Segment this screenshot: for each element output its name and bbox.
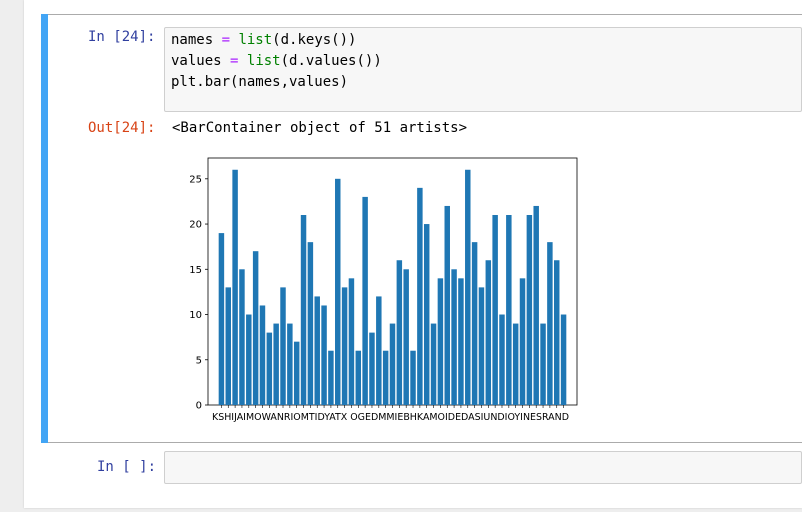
bar — [382, 350, 389, 405]
y-tick-label: 25 — [189, 174, 202, 185]
bar — [355, 350, 362, 405]
bar — [252, 251, 259, 405]
bar — [335, 178, 341, 405]
y-tick-label: 15 — [189, 265, 202, 276]
bar — [341, 287, 348, 405]
y-tick-label: 0 — [196, 401, 202, 412]
notebook-container: In [24]: names = list(d.keys()) values = … — [24, 0, 802, 508]
bar — [232, 169, 238, 405]
bar — [389, 323, 396, 405]
bar — [362, 196, 368, 405]
bar — [396, 260, 403, 405]
bar — [526, 215, 533, 405]
bar — [293, 341, 300, 405]
empty-input-prompt: In [ ]: — [97, 459, 157, 475]
bar — [239, 269, 245, 405]
bar — [560, 314, 567, 405]
bar — [300, 215, 307, 405]
bar — [218, 233, 225, 405]
bar — [430, 323, 437, 405]
bar — [369, 332, 375, 405]
bar — [376, 296, 382, 405]
bar — [499, 314, 505, 405]
bar — [423, 224, 430, 405]
bar — [471, 242, 478, 405]
x-tick-labels: KSHIJAIMOWANRIOMTIDYATX OGEDMMIEBHKAMOID… — [212, 412, 569, 423]
bar — [273, 323, 279, 405]
bar-chart: 0 5 10 15 20 25 KSHIJAIMOWANRIOMTIDYATX OGEDMM… — [189, 157, 578, 423]
bar — [410, 350, 416, 405]
bar — [458, 278, 464, 405]
bar — [492, 215, 498, 405]
bar — [287, 323, 293, 405]
y-tick-label: 5 — [196, 355, 202, 366]
y-tick-label: 20 — [189, 220, 202, 231]
bar — [506, 215, 512, 405]
bar — [437, 278, 444, 405]
bar — [280, 287, 286, 405]
y-tick-label: 10 — [189, 310, 202, 321]
bar — [328, 350, 334, 405]
bar — [540, 323, 546, 405]
bar — [321, 305, 327, 405]
bar — [533, 205, 539, 405]
bar — [512, 323, 519, 405]
bar — [225, 287, 231, 405]
bar — [444, 205, 450, 405]
bar — [478, 287, 485, 405]
bar — [547, 242, 553, 405]
bar — [403, 269, 409, 405]
bar — [417, 187, 423, 405]
bar — [519, 278, 526, 405]
bar — [465, 169, 471, 405]
bar — [314, 296, 320, 405]
empty-code-editor[interactable] — [164, 451, 802, 484]
bar — [485, 260, 492, 405]
bar — [259, 305, 266, 405]
bar — [307, 242, 314, 405]
bar — [266, 332, 273, 405]
bar — [246, 314, 252, 405]
bar — [451, 269, 457, 405]
bar — [348, 278, 355, 405]
bar — [554, 260, 560, 405]
